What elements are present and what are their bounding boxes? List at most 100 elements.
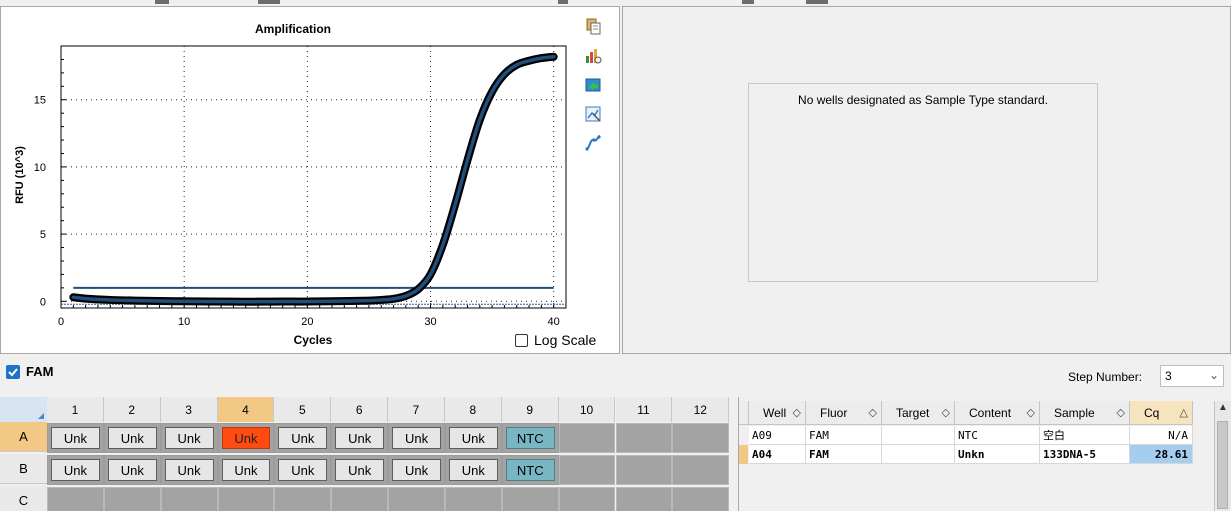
row-header-corner	[739, 401, 749, 425]
well-label: Unk	[335, 427, 385, 449]
well-label: Unk	[164, 459, 214, 481]
plate-well[interactable]	[501, 487, 559, 511]
plate-well[interactable]	[160, 487, 218, 511]
well-label: Unk	[51, 459, 100, 481]
plate-well[interactable]	[558, 455, 616, 485]
plate-select-all[interactable]	[0, 397, 47, 422]
plate-well[interactable]: NTC	[501, 423, 559, 453]
column-header-well[interactable]: Well ◇	[749, 401, 806, 425]
plate-column-header[interactable]: 7	[388, 397, 445, 422]
plate-well[interactable]: Unk	[274, 423, 332, 453]
plate-well[interactable]	[672, 455, 730, 485]
plate-well[interactable]	[615, 455, 673, 485]
plate-well[interactable]	[47, 487, 104, 511]
export-icon[interactable]	[584, 76, 602, 94]
plate-well[interactable]: Unk	[160, 423, 218, 453]
chart-axes	[60, 45, 567, 309]
plate-row-header[interactable]: B	[0, 454, 47, 484]
x-tick-label: 10	[178, 316, 190, 328]
plate-well[interactable]: NTC	[501, 455, 559, 485]
plate-well[interactable]: Unk	[217, 423, 275, 453]
log-scale-checkbox[interactable]	[515, 333, 528, 347]
sort-icon: ◇	[868, 407, 877, 419]
plate-well[interactable]: Unk	[47, 455, 104, 485]
copy-icon[interactable]	[584, 17, 602, 35]
plate-column-header[interactable]: 11	[615, 397, 673, 422]
x-tick-label: 40	[548, 316, 560, 328]
toolbar-fragment	[258, 0, 280, 4]
plate-well[interactable]: Unk	[388, 423, 445, 453]
plate-row-header[interactable]: C	[0, 486, 47, 511]
plate-well[interactable]: Unk	[444, 423, 502, 453]
step-number-select[interactable]: 3 ⌄	[1160, 365, 1224, 387]
plate-column-header[interactable]: 4	[217, 397, 275, 422]
plate-row-header[interactable]: A	[0, 422, 47, 452]
fluor-bar: FAM Step Number: 3 ⌄	[0, 357, 1231, 389]
toolbar-fragment	[155, 0, 169, 4]
plate-grid[interactable]: 1 2 3 4 5 6 7 8 9 10 11 12 A Unk Unk Unk Unk Unk Unk Unk Unk…	[0, 397, 731, 511]
plate-well[interactable]: Unk	[103, 423, 161, 453]
log-scale-toggle[interactable]: Log Scale	[515, 331, 596, 349]
cell-fluor: FAM	[806, 445, 882, 464]
zoom-icon[interactable]	[584, 105, 602, 123]
column-header-content[interactable]: Content ◇	[955, 401, 1040, 425]
plate-well[interactable]	[103, 487, 161, 511]
cell-content: Unkn	[955, 445, 1040, 464]
column-header-sample[interactable]: Sample ◇	[1040, 401, 1130, 425]
plate-column-header[interactable]: 1	[47, 397, 104, 422]
plate-column-header[interactable]: 9	[501, 397, 559, 422]
standard-curve-message: No wells designated as Sample Type stand…	[798, 93, 1048, 107]
plate-well[interactable]: Unk	[331, 455, 389, 485]
plate-column-header[interactable]: 10	[558, 397, 616, 422]
amplification-curve	[71, 54, 556, 304]
plate-column-header[interactable]: 6	[331, 397, 389, 422]
plate-well[interactable]	[558, 487, 616, 511]
plate-well[interactable]: Unk	[331, 423, 389, 453]
plate-column-header[interactable]: 5	[274, 397, 332, 422]
plate-well[interactable]: Unk	[444, 455, 502, 485]
plate-well[interactable]: Unk	[274, 455, 332, 485]
plate-well[interactable]	[672, 423, 730, 453]
cell-target	[882, 426, 955, 445]
plate-well[interactable]	[615, 487, 673, 511]
plate-column-header[interactable]: 8	[444, 397, 502, 422]
plate-well[interactable]: Unk	[217, 455, 275, 485]
plate-column-header[interactable]: 12	[672, 397, 730, 422]
well-label: Unk	[107, 459, 157, 481]
column-header-cq[interactable]: Cq △	[1130, 401, 1193, 425]
chart-settings-icon[interactable]	[584, 47, 602, 65]
column-header-target[interactable]: Target ◇	[882, 401, 955, 425]
scroll-up-icon[interactable]: ▲	[1216, 402, 1230, 416]
plate-well[interactable]	[615, 423, 673, 453]
plate-well[interactable]	[558, 423, 616, 453]
plate-well[interactable]: Unk	[47, 423, 104, 453]
plate-well[interactable]: Unk	[103, 455, 161, 485]
column-header-fluor[interactable]: Fluor ◇	[806, 401, 882, 425]
plate-well[interactable]	[672, 487, 730, 511]
plate-well[interactable]	[388, 487, 445, 511]
cell-well: A09	[749, 426, 806, 445]
plate-well[interactable]	[274, 487, 332, 511]
step-number-label: Step Number:	[1068, 370, 1143, 384]
y-tick-label: 10	[34, 162, 46, 174]
plate-well[interactable]	[331, 487, 389, 511]
plate-column-header[interactable]: 3	[160, 397, 218, 422]
plate-well[interactable]	[444, 487, 502, 511]
x-tick-label: 20	[301, 316, 313, 328]
well-label: Unk	[448, 427, 498, 449]
plate-well[interactable]: Unk	[388, 455, 445, 485]
scroll-thumb[interactable]	[1217, 421, 1228, 509]
plate-column-header[interactable]: 2	[103, 397, 161, 422]
results-scrollbar[interactable]: ▲	[1214, 401, 1231, 511]
fam-label: FAM	[26, 364, 54, 379]
plate-well[interactable]	[217, 487, 275, 511]
curve-icon[interactable]	[584, 134, 602, 152]
amplification-chart[interactable]: Amplification 0 10 20 30 40 0 5 10 15 Cycles RFU…	[1, 7, 619, 353]
well-label: NTC	[505, 427, 555, 449]
well-label: Unk	[51, 427, 100, 449]
well-label: Unk	[392, 459, 441, 481]
standard-curve-box: No wells designated as Sample Type stand…	[748, 83, 1098, 282]
well-label: Unk	[278, 427, 328, 449]
plate-well[interactable]: Unk	[160, 455, 218, 485]
fam-checkbox[interactable]	[6, 365, 20, 379]
